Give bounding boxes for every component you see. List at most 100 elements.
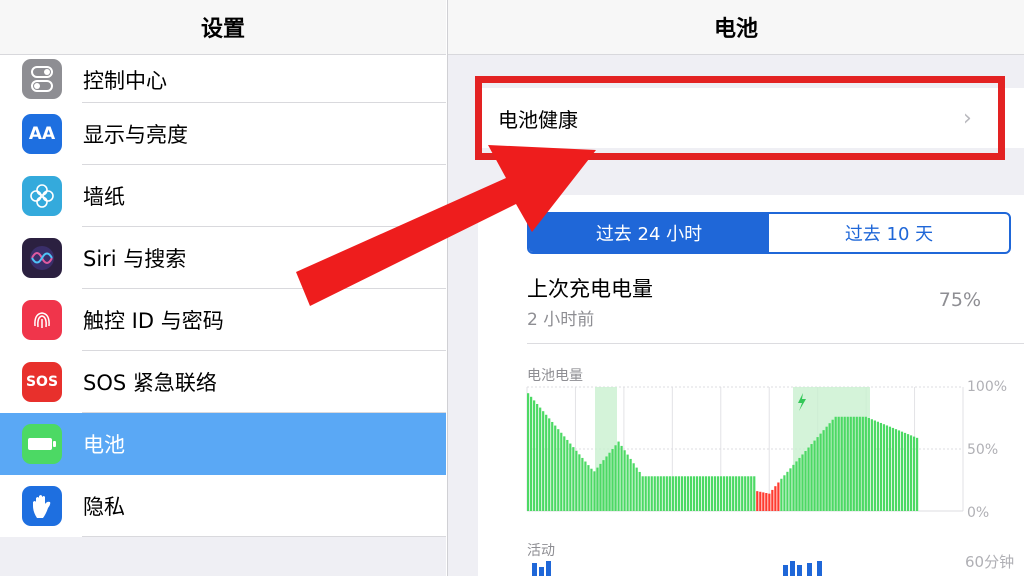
battery-level-bar xyxy=(906,434,910,511)
chart-title: 电池电量 xyxy=(527,368,583,384)
battery-level-bar xyxy=(527,393,530,511)
siri-icon xyxy=(22,238,62,278)
battery-level-bar xyxy=(780,478,783,511)
battery-level-bar xyxy=(870,419,873,511)
battery-level-bar xyxy=(587,465,590,511)
battery-level-bar xyxy=(551,421,554,511)
battery-level-bar xyxy=(798,457,801,511)
battery-level-bar xyxy=(762,492,765,511)
sidebar-title: 设置 xyxy=(0,0,446,55)
battery-level-bar xyxy=(813,440,816,511)
battery-level-bar xyxy=(689,476,693,511)
battery-level-bar xyxy=(623,450,626,511)
battery-level-bar xyxy=(909,435,913,511)
sidebar-item-siri[interactable]: Siri 与搜索 xyxy=(0,227,446,289)
battery-level-bar xyxy=(852,416,855,511)
battery-level-bar xyxy=(674,476,677,511)
battery-level-bar xyxy=(620,445,623,511)
time-range-segmented-control[interactable]: 过去 24 小时 过去 10 天 xyxy=(527,212,1011,254)
battery-level-bar xyxy=(710,476,714,511)
battery-level-bar xyxy=(707,476,711,511)
battery-level-bar xyxy=(545,414,548,511)
battery-level-bar xyxy=(807,447,810,511)
battery-level-bar xyxy=(723,476,726,511)
battery-level-bar xyxy=(885,425,889,511)
battery-level-bar xyxy=(756,491,759,511)
settings-sidebar: 设置 控制中心 AA 显示与亮度 墙纸 Siri 与搜索 触控 ID 与密码 S… xyxy=(0,0,446,576)
battery-level-bar xyxy=(680,476,683,511)
battery-level-bar xyxy=(572,447,575,511)
battery-level-bar xyxy=(831,419,834,511)
segment-last-24-hours[interactable]: 过去 24 小时 xyxy=(529,214,769,252)
battery-level-bar xyxy=(560,432,563,511)
battery-level-bar xyxy=(858,416,861,511)
battery-level-bar xyxy=(719,476,723,511)
sidebar-item-control-center[interactable]: 控制中心 xyxy=(0,55,446,103)
battery-level-bar xyxy=(614,445,617,511)
sidebar-item-label: 隐私 xyxy=(83,495,125,519)
battery-level-bar xyxy=(563,436,566,511)
battery-level-bar xyxy=(768,493,771,511)
battery-level-bar xyxy=(789,468,792,511)
battery-level-bar xyxy=(912,436,916,511)
battery-level-bar xyxy=(605,456,608,511)
sidebar-item-sos[interactable]: SOS SOS 紧急联络 xyxy=(0,351,446,413)
y-tick-100: 100% xyxy=(967,379,1008,395)
highlight-box xyxy=(475,76,1005,160)
sidebar-item-wallpaper[interactable]: 墙纸 xyxy=(0,165,446,227)
sidebar-item-label: 墙纸 xyxy=(83,185,125,209)
battery-level-bar xyxy=(650,476,653,511)
battery-level-bar xyxy=(656,476,659,511)
battery-level-bar xyxy=(704,476,708,511)
battery-level-bar xyxy=(882,424,886,511)
battery-level-bar xyxy=(638,471,641,511)
battery-level-bar xyxy=(578,454,581,511)
battery-level-bar xyxy=(662,476,665,511)
battery-level-bar xyxy=(741,476,744,511)
battery-level-bar xyxy=(716,476,720,511)
battery-level-bar xyxy=(834,416,837,511)
battery-level-bar xyxy=(611,449,614,511)
battery-level-bar xyxy=(554,425,557,511)
battery-level-bar xyxy=(713,476,717,511)
battery-level-bar xyxy=(873,420,876,511)
hand-icon xyxy=(22,486,62,526)
segment-last-10-days[interactable]: 过去 10 天 xyxy=(769,214,1009,252)
battery-level-bar xyxy=(590,468,593,511)
battery-level-bar xyxy=(626,454,629,511)
battery-level-bar xyxy=(888,426,892,511)
y-tick-50: 50% xyxy=(967,442,999,458)
battery-level-bar xyxy=(750,476,753,511)
battery-level-bar xyxy=(825,426,828,511)
battery-level-bar xyxy=(804,450,807,511)
sidebar-item-battery[interactable]: 电池 xyxy=(0,413,446,475)
battery-level-bar xyxy=(566,439,569,511)
wallpaper-icon xyxy=(22,176,62,216)
activity-bars xyxy=(532,561,822,576)
battery-level-bar xyxy=(744,476,747,511)
battery-level-bar xyxy=(819,433,822,511)
battery-icon xyxy=(22,424,62,464)
control-center-icon xyxy=(22,59,62,99)
battery-level-bar xyxy=(735,476,738,511)
settings-list: 控制中心 AA 显示与亮度 墙纸 Siri 与搜索 触控 ID 与密码 SOS … xyxy=(0,55,446,537)
battery-level-bar xyxy=(765,493,768,511)
battery-level-bar xyxy=(686,476,690,511)
battery-level-bar xyxy=(759,491,762,511)
sidebar-item-privacy[interactable]: 隐私 xyxy=(0,475,446,537)
display-brightness-icon: AA xyxy=(22,114,62,154)
battery-level-bar xyxy=(542,411,545,511)
battery-level-bar xyxy=(840,416,843,511)
battery-level-bar xyxy=(843,416,846,511)
battery-level-bar xyxy=(864,416,867,511)
battery-level-bar xyxy=(557,429,560,511)
sidebar-item-touch-id[interactable]: 触控 ID 与密码 xyxy=(0,289,446,351)
battery-level-bar xyxy=(692,476,696,511)
battery-level-bar xyxy=(879,422,883,511)
sidebar-item-display[interactable]: AA 显示与亮度 xyxy=(0,103,446,165)
battery-level-bar xyxy=(701,476,705,511)
battery-level-bar xyxy=(584,461,587,511)
battery-level-bar xyxy=(846,416,849,511)
battery-level-bar xyxy=(849,416,852,511)
battery-level-bar xyxy=(783,475,786,511)
